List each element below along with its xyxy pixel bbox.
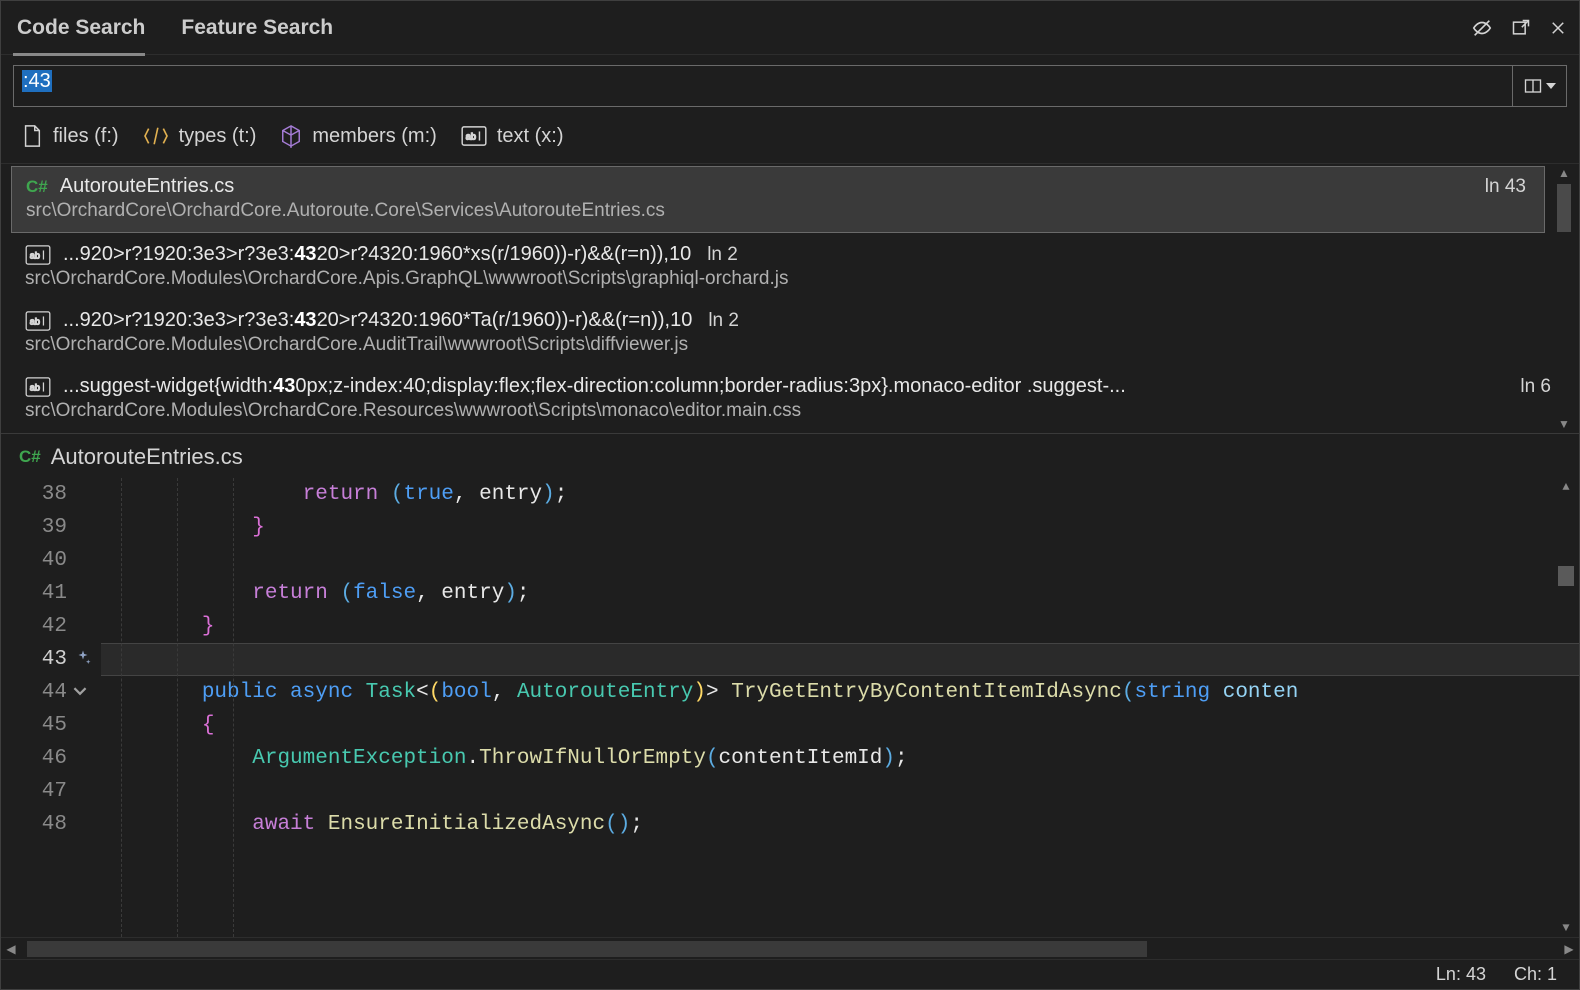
result-item[interactable]: ab...920>r?1920:3e3>r?3e3:4320>r?4320:19… [1,235,1579,301]
text-match-icon: ab [25,311,51,331]
scroll-up-icon[interactable]: ▲ [1556,164,1572,182]
filter-files-label: files (f:) [53,125,119,148]
preview-hide-icon[interactable] [1471,17,1493,39]
code-line[interactable]: ArgumentException.ThrowIfNullOrEmpty(con… [101,742,1579,775]
tab-code-search[interactable]: Code Search [13,6,159,50]
code-line[interactable]: return (false, entry); [101,577,1579,610]
status-col: Ch: 1 [1514,964,1557,985]
tab-feature-search[interactable]: Feature Search [177,6,347,50]
result-item[interactable]: C#AutorouteEntries.csln 43src\OrchardCor… [11,166,1545,233]
scroll-down-icon[interactable]: ▼ [1556,415,1572,433]
filter-text-label: text (x:) [497,125,564,148]
filter-members-label: members (m:) [312,125,436,148]
code-line[interactable]: return (true, entry); [101,478,1579,511]
result-line-number: ln 43 [1485,176,1526,198]
csharp-icon: C# [19,447,41,467]
open-external-icon[interactable] [1511,18,1531,38]
editor-vscrollbar[interactable]: ▲ ▼ [1555,478,1577,937]
titlebar-icons [1471,17,1567,39]
sparkle-icon[interactable] [74,649,92,667]
result-item[interactable]: ab...suggest-widget{width:430px;z-index:… [1,367,1579,433]
code-line[interactable] [101,775,1579,808]
code-preview[interactable]: 3839404142434445464748 return (true, ent… [1,478,1579,937]
scroll-right-icon[interactable]: ▶ [1559,942,1579,956]
filter-members[interactable]: members (m:) [280,124,436,148]
result-line-number: ln 2 [708,310,739,331]
svg-text:ab: ab [30,316,40,326]
preview-filename: AutorouteEntries.cs [51,444,243,470]
results-list: C#AutorouteEntries.csln 43src\OrchardCor… [1,163,1579,433]
result-line-number: ln 2 [707,244,738,265]
code-line[interactable]: } [101,511,1579,544]
result-path: src\OrchardCore.Modules\OrchardCore.Audi… [25,334,1551,356]
results-scrollbar[interactable]: ▲ ▼ [1553,164,1575,433]
code-line[interactable] [101,643,1579,676]
search-tabs: Code Search Feature Search [1,1,1579,55]
editor-hscrollbar[interactable]: ◀ ▶ [1,937,1579,959]
result-line-number: ln 6 [1520,376,1551,398]
scroll-down-icon[interactable]: ▼ [1560,919,1571,937]
code-line[interactable]: await EnsureInitializedAsync(); [101,808,1579,841]
filter-types-label: types (t:) [179,125,257,148]
filter-row: files (f:) types (t:) members (m:) ab te… [1,111,1579,163]
chevron-down-icon[interactable] [73,684,87,698]
view-options-button[interactable] [1513,65,1567,107]
search-row: :43 [13,65,1567,107]
scroll-left-icon[interactable]: ◀ [1,942,21,956]
code-line[interactable] [101,544,1579,577]
result-path: src\OrchardCore\OrchardCore.Autoroute.Co… [26,200,1526,222]
status-bar: Ln: 43 Ch: 1 [1,959,1579,989]
filter-files[interactable]: files (f:) [21,123,119,149]
search-input[interactable]: :43 [13,65,1513,107]
csharp-icon: C# [26,177,48,197]
scroll-up-icon[interactable]: ▲ [1560,478,1571,496]
status-line: Ln: 43 [1436,964,1486,985]
filter-types[interactable]: types (t:) [143,125,257,148]
result-path: src\OrchardCore.Modules\OrchardCore.Reso… [25,400,1551,422]
svg-text:ab: ab [30,250,40,260]
svg-text:ab: ab [466,132,476,142]
text-match-icon: ab [25,245,51,265]
code-line[interactable]: } [101,610,1579,643]
filter-text[interactable]: ab text (x:) [461,125,564,148]
scroll-thumb[interactable] [1558,566,1574,586]
preview-header: C# AutorouteEntries.cs [1,433,1579,478]
code-line[interactable]: public async Task<(bool, AutorouteEntry)… [101,676,1579,709]
scroll-thumb[interactable] [1557,184,1571,232]
result-path: src\OrchardCore.Modules\OrchardCore.Apis… [25,268,1551,290]
result-item[interactable]: ab...920>r?1920:3e3>r?3e3:4320>r?4320:19… [1,301,1579,367]
svg-text:ab: ab [30,382,40,392]
close-icon[interactable] [1549,19,1567,37]
code-line[interactable]: { [101,709,1579,742]
text-match-icon: ab [25,377,51,397]
scroll-thumb[interactable] [27,941,1147,957]
